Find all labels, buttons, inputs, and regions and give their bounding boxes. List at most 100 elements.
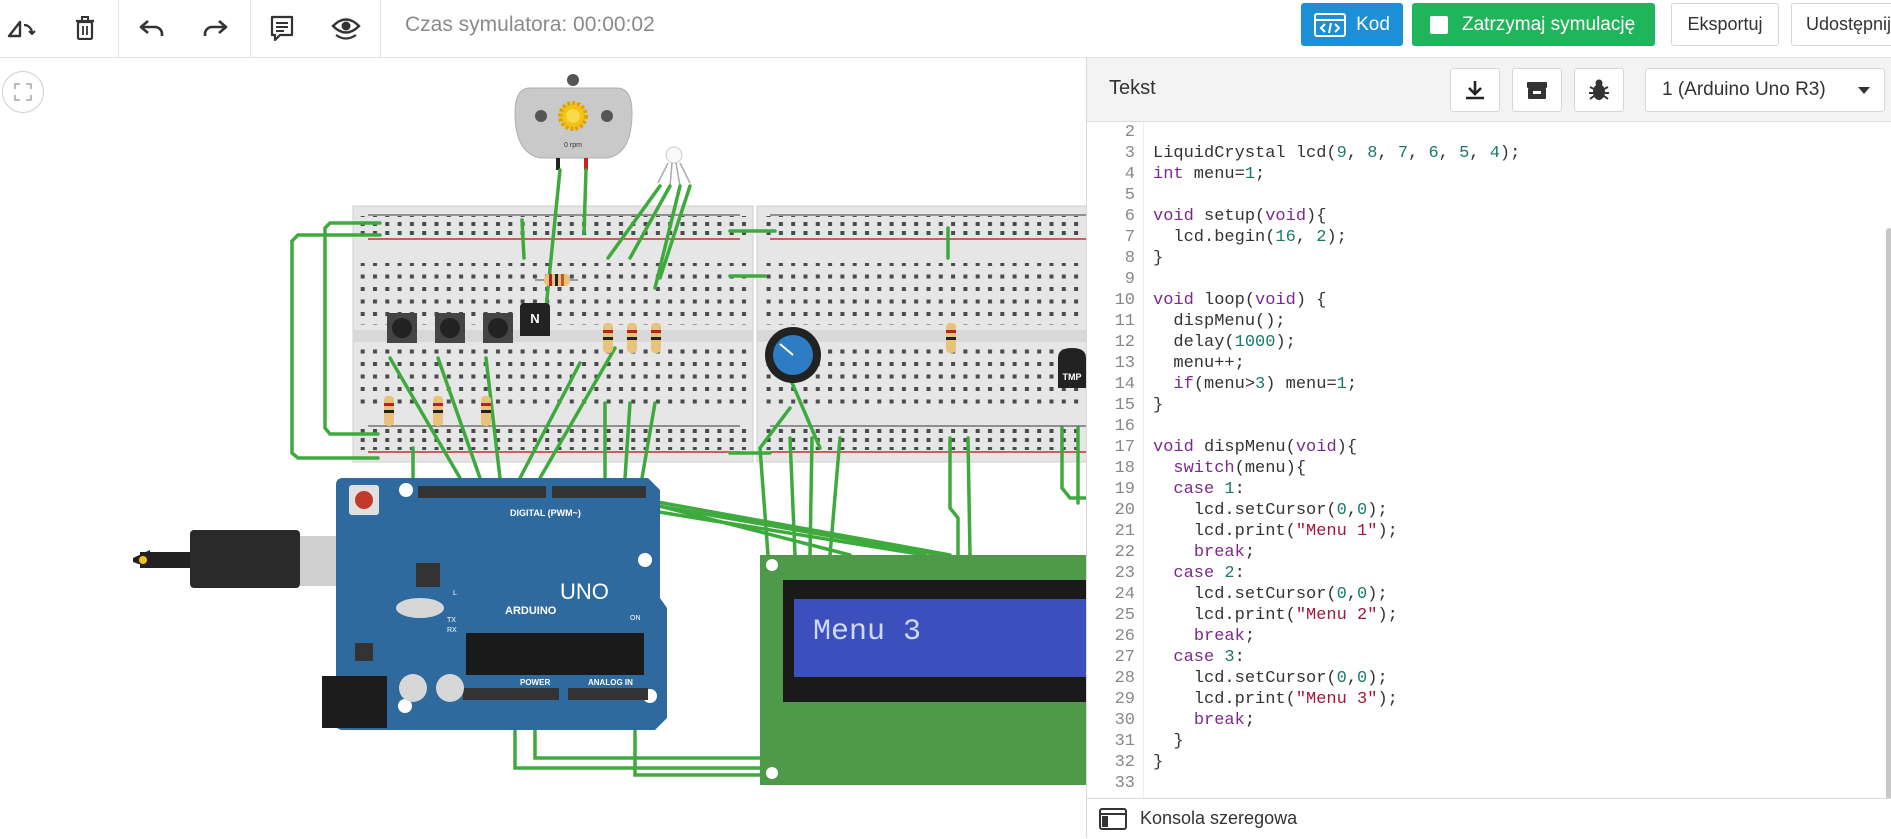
line-number: 22 (1114, 543, 1135, 562)
rx-label: RX (447, 627, 457, 634)
code-line[interactable]: 14 if(menu>3) menu=1; (1087, 374, 1891, 395)
line-number: 16 (1114, 417, 1135, 436)
code-line[interactable]: 20 lcd.setCursor(0,0); (1087, 500, 1891, 521)
lcd-text: Menu 3 (813, 615, 921, 649)
code-line[interactable]: 12 delay(1000); (1087, 332, 1891, 353)
code-line[interactable]: 30 break; (1087, 710, 1891, 731)
code-text: menu++; (1153, 354, 1245, 373)
line-number: 31 (1114, 732, 1135, 751)
npn-transistor[interactable]: N (520, 303, 550, 336)
l-label: L (453, 590, 457, 597)
transistor-label: N (530, 311, 539, 326)
motor-rpm: 0 rpm (564, 142, 582, 149)
code-line[interactable]: 7 lcd.begin(16, 2); (1087, 227, 1891, 248)
line-number: 15 (1114, 396, 1135, 415)
code-text: delay(1000); (1153, 333, 1296, 352)
line-number: 19 (1114, 480, 1135, 499)
code-text: void dispMenu(void){ (1153, 438, 1358, 457)
code-line[interactable]: 3 LiquidCrystal lcd(9, 8, 7, 6, 5, 4); (1087, 143, 1891, 164)
code-line[interactable]: 15} (1087, 395, 1891, 416)
line-number: 13 (1114, 354, 1135, 373)
code-text: break; (1193, 543, 1256, 562)
download-button[interactable] (1450, 68, 1500, 112)
debugger-button[interactable] (1574, 68, 1624, 112)
toolbar-divider (380, 0, 381, 57)
share-button[interactable]: Udostępnij (1791, 3, 1891, 46)
code-text: break; (1193, 711, 1256, 730)
line-number: 9 (1124, 270, 1135, 289)
code-line[interactable]: 17 void dispMenu(void){ (1087, 437, 1891, 458)
code-text: LiquidCrystal lcd(9, 8, 7, 6, 5, 4); (1153, 144, 1521, 163)
code-line[interactable]: 32} (1087, 752, 1891, 773)
line-number: 25 (1114, 606, 1135, 625)
code-line[interactable]: 9 (1087, 269, 1891, 290)
code-line[interactable]: 29 lcd.print("Menu 3"); (1087, 689, 1891, 710)
code-button[interactable]: Kod (1301, 3, 1403, 46)
code-line[interactable]: 8} (1087, 248, 1891, 269)
potentiometer[interactable] (765, 327, 821, 383)
temperature-sensor[interactable]: TMP (1058, 348, 1086, 388)
serial-console-bar[interactable]: Konsola szeregowa (1087, 798, 1891, 839)
pushbuttons[interactable] (387, 313, 513, 343)
toolbar-divider (250, 0, 251, 57)
undo-icon[interactable] (132, 8, 172, 48)
arduino-uno-text: UNO (560, 579, 609, 604)
rotate-icon[interactable] (1, 8, 41, 48)
trash-icon[interactable] (65, 8, 105, 48)
export-button[interactable]: Eksportuj (1671, 3, 1779, 46)
code-line[interactable]: 22 break; (1087, 542, 1891, 563)
chevron-down-icon (1858, 87, 1870, 94)
dc-motor[interactable]: 0 rpm (514, 74, 633, 170)
code-line[interactable]: 24 lcd.setCursor(0,0); (1087, 584, 1891, 605)
code-panel-header: Tekst 1 (Arduino Uno R3) (1087, 58, 1891, 122)
code-line[interactable]: 18 switch(menu){ (1087, 458, 1891, 479)
code-text: } (1153, 249, 1164, 268)
code-text: case 2: (1173, 564, 1245, 583)
stop-simulation-button[interactable]: Zatrzymaj symulację (1412, 3, 1655, 46)
library-button[interactable] (1512, 68, 1562, 112)
code-line[interactable]: 33 (1087, 773, 1891, 794)
stop-icon (1430, 15, 1448, 34)
line-number: 5 (1124, 186, 1135, 205)
code-line[interactable]: 28 lcd.setCursor(0,0); (1087, 668, 1891, 689)
code-line[interactable]: 10 void loop(void) { (1087, 290, 1891, 311)
code-line[interactable]: 26 break; (1087, 626, 1891, 647)
code-line[interactable]: 11 dispMenu(); (1087, 311, 1891, 332)
code-text: } (1153, 732, 1184, 751)
code-line[interactable]: 2 (1087, 122, 1891, 143)
redo-icon[interactable] (195, 8, 235, 48)
line-number: 12 (1114, 333, 1135, 352)
code-line[interactable]: 21 lcd.print("Menu 1"); (1087, 521, 1891, 542)
line-number: 10 (1114, 291, 1135, 310)
line-number: 23 (1114, 564, 1135, 583)
code-editor[interactable]: 2 3 LiquidCrystal lcd(9, 8, 7, 6, 5, 4); 4 i… (1087, 122, 1891, 798)
code-line[interactable]: 25 lcd.print("Menu 2"); (1087, 605, 1891, 626)
code-line[interactable]: 6 void setup(void){ (1087, 206, 1891, 227)
console-icon (1099, 808, 1127, 830)
circuit-canvas[interactable]: 0 rpm N TMP DIGITAL (PWM~) ARDUINO UNO P… (0, 58, 1086, 838)
notes-icon[interactable] (262, 8, 302, 48)
code-text: lcd.print("Menu 3"); (1153, 690, 1398, 709)
rgb-led[interactable] (657, 146, 691, 187)
line-number: 27 (1114, 648, 1135, 667)
arduino-uno-board[interactable]: DIGITAL (PWM~) ARDUINO UNO POWER ANALOG … (322, 478, 667, 730)
simulator-time: Czas symulatora: 00:00:02 (405, 13, 655, 36)
code-line[interactable]: 19 case 1: (1087, 479, 1891, 500)
code-scrollbar[interactable] (1886, 228, 1891, 838)
debug-icon (1589, 79, 1609, 100)
code-line[interactable]: 23 case 2: (1087, 563, 1891, 584)
code-line[interactable]: 5 (1087, 185, 1891, 206)
code-text: int menu=1; (1153, 165, 1266, 184)
code-text: break; (1193, 627, 1256, 646)
code-line[interactable]: 16 (1087, 416, 1891, 437)
board-select[interactable]: 1 (Arduino Uno R3) (1645, 68, 1885, 112)
visibility-icon[interactable] (326, 8, 366, 48)
code-line[interactable]: 13 menu++; (1087, 353, 1891, 374)
code-text: if(menu>3) menu=1; (1173, 375, 1358, 394)
code-line[interactable]: 31 } (1087, 731, 1891, 752)
code-line[interactable]: 27 case 3: (1087, 647, 1891, 668)
line-number: 17 (1114, 438, 1135, 457)
code-text: lcd.print("Menu 2"); (1153, 606, 1398, 625)
lcd-display[interactable]: Menu 3 (760, 555, 1086, 785)
code-line[interactable]: 4 int menu=1; (1087, 164, 1891, 185)
